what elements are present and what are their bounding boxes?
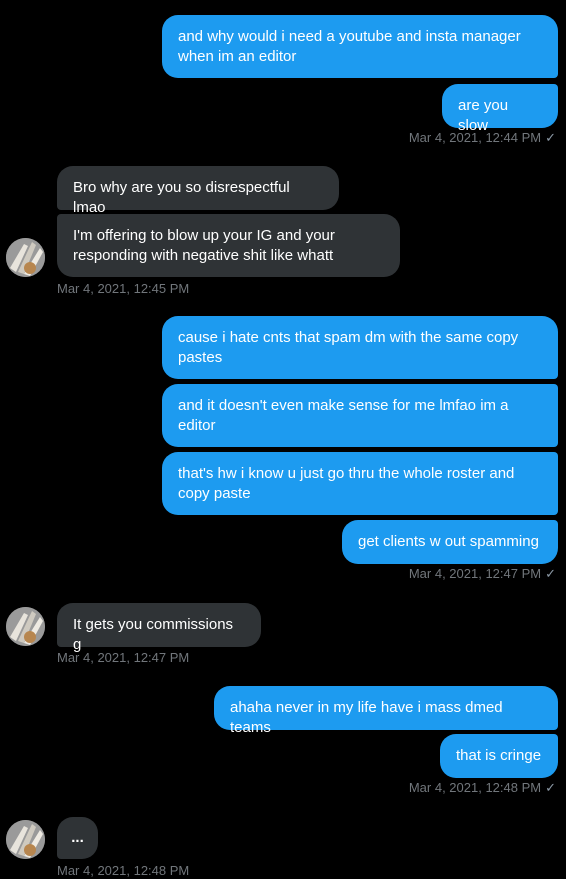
message-bubble-outgoing[interactable]: and why would i need a youtube and insta…: [162, 15, 558, 78]
message-text: and why would i need a youtube and insta…: [178, 28, 521, 65]
message-bubble-outgoing[interactable]: ahaha never in my life have i mass dmed …: [214, 686, 558, 736]
user-avatar-icon: [6, 238, 45, 277]
message-text: and it doesn't even make sense for me lm…: [178, 397, 509, 434]
message-timestamp: Mar 4, 2021, 12:47 PM ✓: [408, 566, 556, 581]
message-bubble-outgoing[interactable]: cause i hate cnts that spam dm with the …: [162, 316, 558, 379]
message-timestamp: Mar 4, 2021, 12:47 PM: [57, 650, 190, 665]
message-text: cause i hate cnts that spam dm with the …: [178, 329, 519, 366]
message-timestamp: Mar 4, 2021, 12:44 PM ✓: [408, 130, 556, 145]
message-text: It gets you commissions g: [73, 616, 234, 653]
message-text: get clients w out spamming: [358, 533, 539, 550]
message-text: I'm offering to blow up your IG and your…: [73, 227, 335, 264]
message-bubble-outgoing[interactable]: get clients w out spamming: [342, 520, 558, 564]
message-timestamp: Mar 4, 2021, 12:45 PM: [57, 281, 190, 296]
message-text: ahaha never in my life have i mass dmed …: [230, 699, 503, 736]
check-icon: ✓: [545, 130, 556, 145]
avatar[interactable]: [6, 238, 45, 277]
user-avatar-icon: [6, 607, 45, 646]
check-icon: ✓: [545, 566, 556, 581]
check-icon: ✓: [545, 780, 556, 795]
avatar[interactable]: [6, 820, 45, 859]
avatar[interactable]: [6, 607, 45, 646]
message-text: ...: [71, 829, 84, 846]
message-bubble-outgoing[interactable]: that's hw i know u just go thru the whol…: [162, 452, 558, 515]
message-bubble-outgoing[interactable]: that is cringe: [440, 734, 558, 778]
message-text: are you slow: [458, 97, 509, 134]
message-text: Bro why are you so disrespectful lmao: [73, 179, 290, 216]
user-avatar-icon: [6, 820, 45, 859]
message-bubble-outgoing[interactable]: and it doesn't even make sense for me lm…: [162, 384, 558, 447]
message-bubble-incoming[interactable]: It gets you commissions g: [57, 603, 261, 653]
message-bubble-incoming[interactable]: Bro why are you so disrespectful lmao: [57, 166, 339, 216]
message-bubble-outgoing[interactable]: are you slow: [442, 84, 558, 134]
message-bubble-incoming[interactable]: I'm offering to blow up your IG and your…: [57, 214, 400, 277]
message-text: that's hw i know u just go thru the whol…: [178, 465, 515, 502]
message-text: that is cringe: [456, 747, 542, 764]
message-bubble-incoming[interactable]: ...: [57, 817, 98, 859]
message-timestamp: Mar 4, 2021, 12:48 PM ✓: [408, 780, 556, 795]
